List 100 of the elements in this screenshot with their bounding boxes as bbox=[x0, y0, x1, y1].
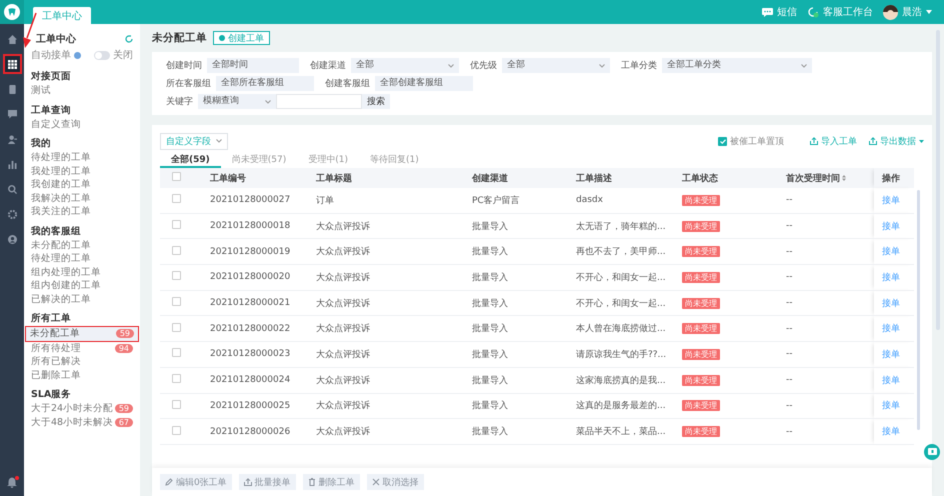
sort-icon[interactable] bbox=[842, 174, 846, 180]
filter-field[interactable]: 全部所在客服组 bbox=[216, 76, 314, 91]
filter-field[interactable]: 全部时间 bbox=[207, 58, 299, 73]
sidebar-item[interactable]: 组内处理的工单 bbox=[27, 266, 137, 279]
row-checkbox[interactable] bbox=[172, 271, 181, 280]
table-cell: 不开心，和闺女一起... bbox=[576, 272, 666, 283]
keyword-input[interactable] bbox=[276, 94, 362, 109]
workbench-button[interactable]: 客服工作台 bbox=[807, 5, 873, 19]
avatar[interactable] bbox=[883, 4, 898, 20]
sidebar-item[interactable]: 我创建的工单 bbox=[27, 178, 137, 192]
auto-accept-label: 自动接单 bbox=[31, 48, 71, 62]
chat-help-button[interactable] bbox=[924, 444, 940, 460]
accept-link[interactable]: 接单 bbox=[882, 376, 900, 386]
sidebar-item[interactable]: 我解决的工单 bbox=[27, 192, 137, 205]
toggle-label: 关闭 bbox=[113, 48, 133, 62]
filter-select[interactable]: 全部 bbox=[502, 58, 610, 73]
refresh-icon[interactable] bbox=[125, 35, 133, 43]
accept-link[interactable]: 接单 bbox=[882, 222, 900, 232]
sidebar-item[interactable]: 大于48小时未解决 67 bbox=[27, 416, 137, 429]
section-heading: 我的 bbox=[30, 137, 52, 151]
pin-checkbox[interactable]: 被催工单置顶 bbox=[718, 134, 784, 148]
row-checkbox[interactable] bbox=[172, 348, 181, 358]
user-menu[interactable]: 晨浩 bbox=[902, 5, 932, 19]
sidebar-item[interactable]: 自定义查询 bbox=[27, 118, 137, 131]
sidebar-item[interactable]: 组内创建的工单 bbox=[27, 279, 137, 292]
column-header: 工单标题 bbox=[316, 174, 352, 184]
table-cell: 批量导入 bbox=[472, 272, 508, 283]
row-checkbox[interactable] bbox=[172, 297, 181, 306]
filter-label: 优先级 bbox=[470, 60, 497, 72]
table-cell: 20210128000026 bbox=[210, 426, 290, 437]
table-cell: 20210128000027 bbox=[210, 195, 290, 206]
accept-link[interactable]: 接单 bbox=[882, 272, 900, 283]
accept-link[interactable]: 接单 bbox=[882, 298, 900, 309]
upload-icon bbox=[810, 137, 818, 145]
import-button[interactable]: 导入工单 bbox=[810, 134, 857, 148]
create-button[interactable]: 创建工单 bbox=[213, 31, 270, 45]
toggle-switch[interactable] bbox=[94, 50, 110, 60]
table-cell: 请原谅我生气的手??... bbox=[576, 350, 666, 360]
accept-link[interactable]: 接单 bbox=[882, 196, 900, 206]
sidebar-item[interactable]: 未分配工单 59 bbox=[26, 327, 138, 340]
row-checkbox[interactable] bbox=[172, 374, 181, 384]
filter-field[interactable]: 全部创建客服组 bbox=[375, 76, 473, 91]
table-cell: 菜品半天不上，菜品... bbox=[576, 427, 666, 438]
search-button[interactable]: 搜索 bbox=[362, 94, 390, 109]
filter-label: 创建客服组 bbox=[325, 78, 370, 90]
sidebar-item[interactable]: 测试 bbox=[27, 84, 137, 98]
filter-label: 工单分类 bbox=[621, 60, 657, 72]
table-cell: -- bbox=[786, 195, 792, 206]
sidebar-item[interactable]: 未分配的工单 bbox=[27, 238, 137, 252]
sidebar-item[interactable]: 所有待处理 94 bbox=[27, 342, 137, 355]
close-icon bbox=[372, 478, 380, 486]
sidebar-item[interactable]: 我处理的工单 bbox=[27, 164, 137, 178]
sidebar-item[interactable]: 已删除工单 bbox=[27, 368, 137, 382]
table-cell: -- bbox=[786, 400, 792, 411]
sidebar-item[interactable]: 我关注的工单 bbox=[27, 205, 137, 218]
row-checkbox[interactable] bbox=[172, 246, 181, 255]
status-tag: 尚未受理 bbox=[682, 323, 720, 334]
status-tab[interactable]: 受理中(1) bbox=[297, 152, 359, 168]
page-tab[interactable]: 工单中心 bbox=[33, 7, 91, 24]
field-select[interactable]: 自定义字段 bbox=[160, 132, 228, 150]
row-checkbox[interactable] bbox=[172, 322, 181, 332]
caret-icon bbox=[801, 64, 807, 68]
sidebar-item[interactable]: 所有已解决 bbox=[27, 355, 137, 368]
table-cell: 大众点评投诉 bbox=[316, 401, 370, 412]
column-header: 工单描述 bbox=[576, 174, 612, 184]
check-icon bbox=[720, 138, 726, 144]
sidebar-item[interactable]: 待处理的工单 bbox=[27, 252, 137, 266]
scrollbar[interactable] bbox=[917, 190, 920, 430]
export-button[interactable]: 导出数据 bbox=[869, 134, 924, 148]
table-cell: 批量导入 bbox=[472, 427, 508, 438]
status-tab[interactable]: 等待回复(1) bbox=[359, 152, 430, 168]
accept-link[interactable]: 接单 bbox=[882, 247, 900, 258]
table-cell: 大众点评投诉 bbox=[316, 222, 370, 232]
row-checkbox[interactable] bbox=[172, 400, 181, 409]
table-cell: -- bbox=[786, 298, 792, 308]
sms-button[interactable]: 短信 bbox=[762, 5, 797, 19]
bell-icon[interactable] bbox=[7, 477, 17, 488]
accept-link[interactable]: 接单 bbox=[882, 401, 900, 412]
match-select[interactable]: 模糊查询 bbox=[198, 94, 276, 109]
filter-select[interactable]: 全部 bbox=[351, 58, 459, 73]
accept-link[interactable]: 接单 bbox=[882, 427, 900, 438]
table-cell: 20210128000025 bbox=[210, 400, 290, 411]
table-cell: 20210128000021 bbox=[210, 298, 290, 308]
status-tab[interactable]: 尚未受理(57) bbox=[220, 152, 298, 168]
accept-link[interactable]: 接单 bbox=[882, 324, 900, 334]
row-checkbox[interactable] bbox=[172, 194, 181, 204]
sidebar-item[interactable]: 已解决的工单 bbox=[27, 292, 137, 306]
filter-select[interactable]: 全部工单分类 bbox=[662, 58, 812, 73]
table-cell: 20210128000023 bbox=[210, 349, 290, 360]
table-cell: 批量导入 bbox=[472, 324, 508, 334]
grid-icon[interactable] bbox=[2, 54, 22, 74]
accept-link[interactable]: 接单 bbox=[882, 350, 900, 360]
table-cell: -- bbox=[786, 221, 792, 232]
row-checkbox[interactable] bbox=[172, 220, 181, 230]
sidebar-item[interactable]: 待处理的工单 bbox=[27, 151, 137, 164]
select-all-checkbox[interactable] bbox=[172, 172, 181, 181]
help-icon[interactable] bbox=[74, 52, 81, 58]
row-checkbox[interactable] bbox=[172, 426, 181, 435]
sidebar-item[interactable]: 大于24小时未分配 59 bbox=[27, 402, 137, 416]
table-cell: 20210128000019 bbox=[210, 246, 290, 257]
